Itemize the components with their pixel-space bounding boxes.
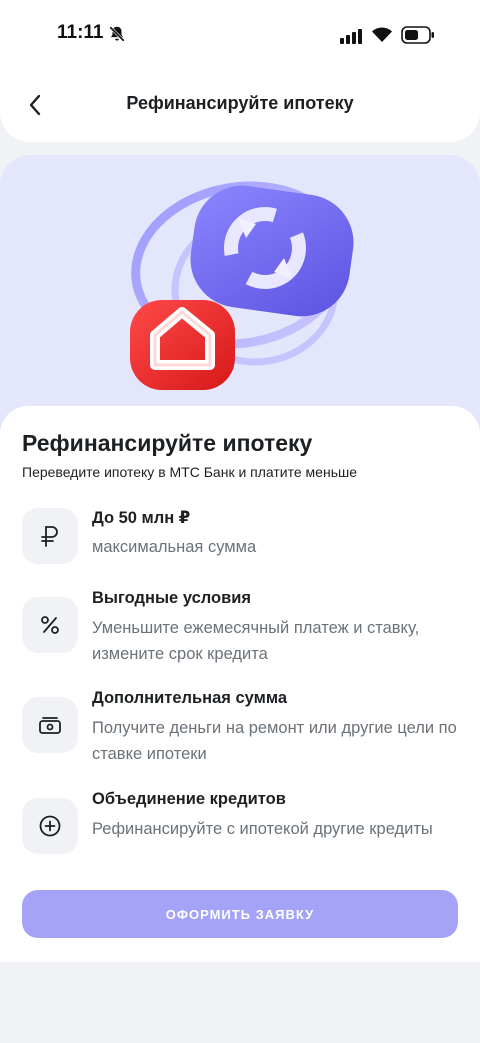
submit-application-label: ОФОРМИТЬ ЗАЯВКУ [165,906,315,922]
refinance-house-icon [130,181,354,390]
feature-description: Получите деньги на ремонт или другие цел… [92,719,457,763]
feature-title: Дополнительная сумма [92,689,288,707]
feature-icon-box [22,508,78,564]
cash-icon [39,717,61,734]
content-sheet: Рефинансируйте ипотеку Переведите ипотек… [0,406,480,962]
submit-application-button[interactable]: ОФОРМИТЬ ЗАЯВКУ [22,890,458,938]
feature-description: Уменьшите ежемесячный платеж и ставку, и… [92,619,420,663]
feature-title: Объединение кредитов [92,790,286,808]
header-title: Рефинансируйте ипотеку [126,93,354,113]
page-subtitle: Переведите ипотеку в МТС Банк и платите … [22,464,358,480]
feature-title: До 50 млн ₽ [92,509,191,527]
page-title: Рефинансируйте ипотеку [22,430,313,456]
status-time: 11:11 [57,22,104,43]
plus-circle-icon [39,815,61,837]
feature-title: Выгодные условия [92,589,252,607]
screen: 11:11 Рефинансируйте ипотеку Рефинансиру… [0,0,480,1043]
bell-off-icon [109,26,125,42]
hero-banner [0,155,480,435]
feature-icon-box [22,798,78,854]
ruble-icon [41,526,58,547]
battery-icon [401,26,434,44]
top-card: 11:11 Рефинансируйте ипотеку [0,0,480,142]
signal-icon [340,29,362,44]
percent-icon [41,616,59,634]
feature-description: Рефинансируйте с ипотекой другие кредиты [92,820,433,838]
feature-description: максимальная сумма [92,538,257,556]
feature-icon-box [22,597,78,653]
feature-icon-box [22,697,78,753]
wifi-icon [372,27,392,42]
